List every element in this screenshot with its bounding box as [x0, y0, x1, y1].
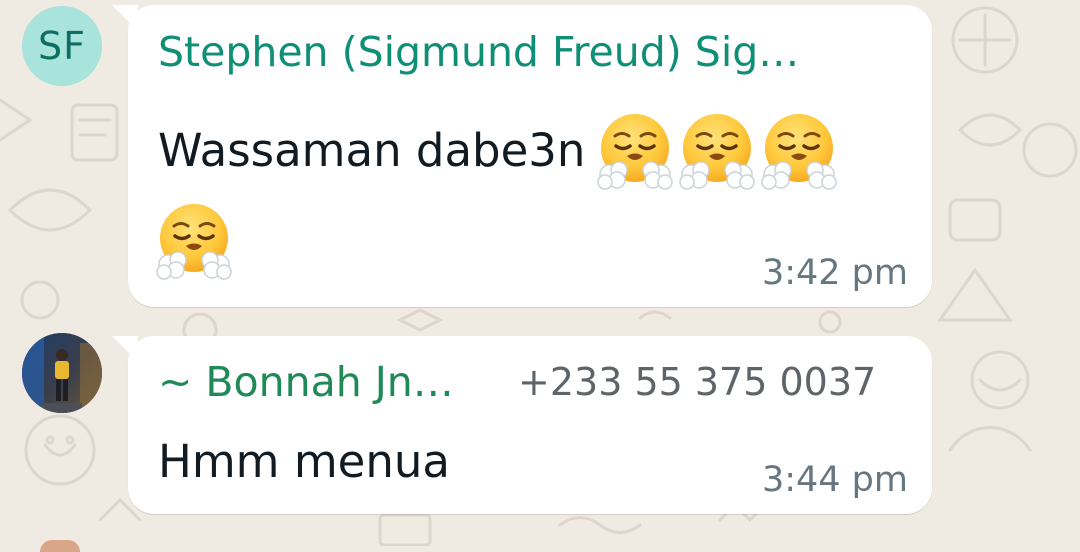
sender-phone-number[interactable]: +233 55 375 0037 — [518, 360, 876, 404]
face-with-steam-from-nose-icon — [596, 112, 675, 190]
message-timestamp: 3:42 pm — [761, 253, 908, 293]
message-text: Hmm menua — [158, 435, 450, 488]
face-with-steam-from-nose-icon — [760, 112, 839, 190]
next-sender-avatar-partial[interactable] — [40, 540, 80, 552]
message-bubble[interactable]: ~ Bonnah Jn… +233 55 375 0037 Hmm menua … — [128, 336, 932, 514]
sender-avatar-initials[interactable]: SF — [22, 6, 102, 86]
face-with-steam-from-nose-icon — [155, 202, 233, 280]
person-photo-icon — [22, 333, 102, 413]
sender-name[interactable]: ~ Bonnah Jn… — [158, 358, 454, 406]
message-bubble[interactable]: Stephen (Sigmund Freud) Sig… Wassaman da… — [128, 5, 932, 307]
sender-avatar-photo[interactable] — [22, 333, 102, 413]
emoji-line — [154, 200, 234, 280]
message-text-line: Hmm menua — [158, 435, 450, 488]
face-with-steam-from-nose-icon — [678, 112, 757, 190]
message-timestamp: 3:44 pm — [761, 460, 908, 500]
message-text: Wassaman dabe3n — [158, 123, 586, 177]
message-text-line: Wassaman dabe3n — [158, 110, 839, 190]
sender-name[interactable]: Stephen (Sigmund Freud) Sig… — [158, 28, 799, 76]
avatar-initials-text: SF — [38, 24, 86, 68]
